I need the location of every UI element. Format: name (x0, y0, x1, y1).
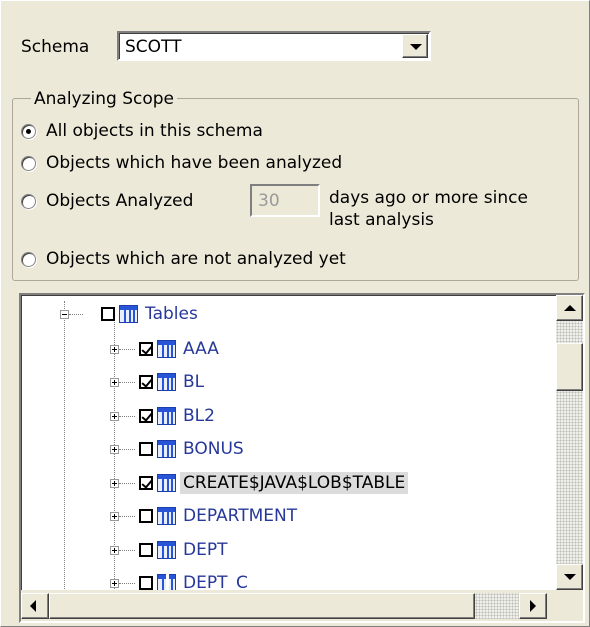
horizontal-scroll-thumb[interactable] (49, 593, 475, 619)
expand-icon[interactable] (110, 345, 119, 354)
tree-node-table[interactable]: BONUS (183, 438, 244, 460)
analyzing-scope-title: Analyzing Scope (31, 89, 178, 109)
radio-objects-analyzed-days[interactable]: Objects Analyzed (21, 189, 193, 213)
tree-connector (119, 449, 135, 450)
radio-label: Objects Analyzed (46, 191, 194, 211)
days-input[interactable]: 30 (250, 184, 320, 217)
schema-label: Schema (21, 37, 90, 57)
item-checkbox[interactable] (139, 543, 153, 557)
vertical-scrollbar[interactable] (556, 295, 583, 590)
radio-all-objects[interactable]: All objects in this schema (21, 119, 263, 143)
table-icon (157, 340, 176, 358)
radio-label: All objects in this schema (46, 121, 263, 141)
table-icon (157, 407, 176, 425)
radio-analyzed-objects[interactable]: Objects which have been analyzed (21, 151, 342, 175)
schema-value: SCOTT (125, 37, 182, 57)
tree-connector (119, 382, 135, 383)
tree-node-table[interactable]: DEPT (183, 539, 227, 561)
radio-indicator[interactable] (21, 155, 36, 171)
tree-connector (119, 550, 135, 551)
radio-indicator[interactable] (21, 123, 36, 139)
tree-connector (119, 583, 135, 584)
expand-icon[interactable] (110, 546, 119, 555)
table-icon (157, 507, 176, 525)
arrow-left-icon (30, 600, 36, 612)
expand-icon[interactable] (110, 512, 119, 521)
item-checkbox[interactable] (139, 442, 153, 456)
table-icon (157, 373, 176, 391)
table-group-icon (119, 305, 138, 323)
tree-connector (64, 301, 65, 601)
object-tree[interactable]: Tables AAA BL BL2 BONUS CREATE$JAVA$LOB$… (19, 293, 585, 623)
scroll-down-button[interactable] (556, 564, 583, 590)
item-checkbox[interactable] (139, 576, 153, 590)
tree-node-table[interactable]: BL2 (183, 405, 215, 427)
radio-label: Objects which are not analyzed yet (46, 249, 346, 269)
days-text-line1: days ago or more since (329, 188, 528, 208)
arrow-up-icon (564, 305, 576, 311)
vertical-scroll-thumb[interactable] (556, 343, 583, 391)
expand-icon[interactable] (110, 445, 119, 454)
table-icon (157, 541, 176, 559)
tree-node-table[interactable]: DEPARTMENT (183, 505, 297, 527)
expand-icon[interactable] (110, 412, 119, 421)
tree-connector (119, 349, 135, 350)
expand-icon[interactable] (110, 579, 119, 588)
item-checkbox[interactable] (139, 509, 153, 523)
table-icon (157, 474, 176, 492)
horizontal-scroll-track[interactable] (49, 593, 519, 619)
item-checkbox[interactable] (139, 375, 153, 389)
radio-indicator[interactable] (21, 193, 36, 209)
tree-connector (119, 483, 135, 484)
arrow-right-icon (530, 600, 536, 612)
scroll-left-button[interactable] (21, 593, 49, 619)
tree-connector (69, 314, 83, 315)
item-checkbox[interactable] (139, 409, 153, 423)
expand-icon[interactable] (110, 378, 119, 387)
collapse-icon[interactable] (60, 310, 69, 319)
scroll-up-button[interactable] (556, 295, 583, 321)
chevron-down-icon (410, 44, 422, 50)
tree-node-table[interactable]: BL (183, 371, 204, 393)
expand-icon[interactable] (110, 479, 119, 488)
dropdown-button[interactable] (402, 34, 428, 58)
item-checkbox[interactable] (139, 476, 153, 490)
item-checkbox[interactable] (139, 342, 153, 356)
tree-node-table-selected[interactable]: CREATE$JAVA$LOB$TABLE (180, 472, 409, 494)
tree-connector (119, 516, 135, 517)
schema-dropdown[interactable]: SCOTT (117, 31, 431, 61)
table-icon (157, 440, 176, 458)
tree-connector (114, 319, 115, 601)
radio-not-analyzed[interactable]: Objects which are not analyzed yet (21, 247, 346, 271)
days-description: days ago or more since last analysis (329, 187, 528, 231)
horizontal-scrollbar[interactable] (21, 590, 556, 621)
tree-connector (119, 416, 135, 417)
scroll-right-button[interactable] (519, 593, 547, 619)
tables-checkbox[interactable] (101, 307, 115, 321)
tree-node-table[interactable]: AAA (183, 338, 219, 360)
tree-node-tables[interactable]: Tables (145, 303, 198, 325)
radio-label: Objects which have been analyzed (46, 153, 343, 173)
radio-indicator[interactable] (21, 251, 36, 267)
analyze-panel: Schema SCOTT Analyzing Scope All objects… (0, 0, 590, 627)
days-text-line2: last analysis (329, 210, 434, 230)
scrollbar-corner (556, 590, 583, 621)
arrow-down-icon (564, 574, 576, 580)
